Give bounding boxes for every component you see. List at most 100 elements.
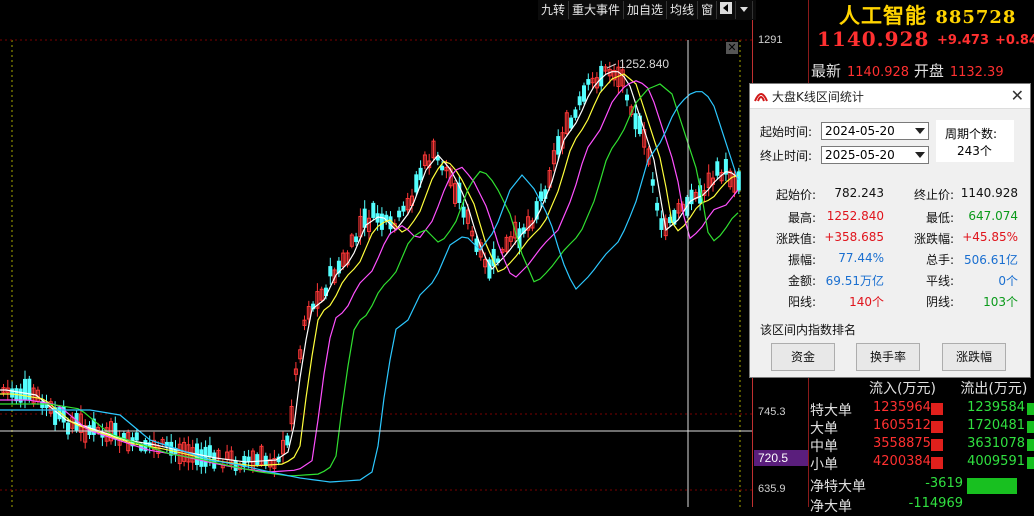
flow-row: 小单 4200384 4009591	[809, 454, 1034, 473]
flow-row-label: 特大单	[810, 403, 852, 419]
dropdown-icon[interactable]	[736, 1, 754, 19]
end-date-value: 2025-05-20	[825, 148, 895, 162]
index-title: 人工智能 885728	[839, 0, 1016, 30]
start-time-label: 起始时间:	[760, 125, 813, 139]
stat-left-value: 1252.840	[826, 209, 884, 223]
candle-body	[379, 213, 384, 230]
candle-body	[582, 85, 586, 102]
candle-body	[207, 445, 212, 458]
chevron-down-icon	[915, 152, 925, 158]
nine-turn-button[interactable]: 九转	[538, 1, 570, 19]
flow-row: 中单 3558875 3631078	[809, 436, 1034, 455]
stat-right-value: 506.61亿	[964, 253, 1018, 267]
interval-stats-dialog: 大盘K线区间统计 ✕ 起始时间: 2024-05-20 终止时间: 2025-0…	[749, 83, 1031, 378]
stat-right-value: 103个	[983, 295, 1018, 309]
index-change: +9.473	[937, 33, 990, 48]
candle-body	[569, 117, 574, 129]
window-button[interactable]: 窗	[698, 1, 718, 19]
flow-out-bar	[1027, 457, 1034, 469]
candle-body	[354, 236, 359, 243]
index-code: 885728	[935, 7, 1017, 28]
kline-canvas[interactable]: 1252.840	[0, 20, 752, 507]
candle-body	[633, 113, 638, 130]
end-time-label: 终止时间:	[760, 149, 813, 163]
start-date-value: 2024-05-20	[825, 124, 895, 138]
flow-in-value: 4200384	[873, 454, 931, 469]
peak-marker-line	[606, 63, 617, 69]
candle-body	[10, 388, 15, 398]
rank-by-turnover-button[interactable]: 换手率	[856, 343, 920, 371]
candle-body	[586, 79, 591, 85]
flow-row-label: 中单	[810, 439, 838, 455]
candle-body	[397, 210, 402, 218]
candle-body	[650, 179, 655, 186]
major-events-button[interactable]: 重大事件	[569, 1, 625, 19]
net-flow-value: -3619	[925, 476, 963, 491]
flow-out-bar	[1027, 421, 1034, 433]
back-icon[interactable]	[717, 1, 737, 19]
flow-out-bar	[1027, 403, 1034, 415]
axis-label-bottom: 635.9	[758, 483, 786, 495]
axis-label-top: 1291	[758, 34, 783, 46]
candle-body	[401, 205, 406, 212]
flow-in-bar	[931, 457, 943, 469]
chart-toolbar: 九转 重大事件 加自选 均线 窗	[538, 0, 756, 20]
dialog-titlebar[interactable]: 大盘K线区间统计 ✕	[750, 84, 1030, 109]
candle-body	[414, 174, 419, 193]
close-icon[interactable]: ✕	[726, 42, 738, 54]
candle-body	[66, 422, 70, 435]
start-date-select[interactable]: 2024-05-20	[821, 122, 929, 140]
flow-in-bar	[931, 403, 943, 415]
kline-chart[interactable]: 1252.840 ✕	[0, 20, 752, 507]
flow-in-value: 1605512	[873, 418, 931, 433]
flow-out-header: 流出(万元)	[960, 381, 1028, 397]
candle-body	[655, 202, 660, 211]
stat-right-value: 0个	[998, 274, 1018, 288]
dialog-title: 大盘K线区间统计	[772, 90, 864, 104]
flow-row: 大单 1605512 1720481	[809, 418, 1034, 437]
net-flow-label: 净特大单	[810, 479, 866, 495]
close-icon[interactable]: ✕	[1011, 86, 1024, 105]
candle-body	[625, 94, 629, 101]
period-count-value: 243个	[957, 144, 992, 158]
candle-body	[556, 136, 561, 155]
candle-body	[736, 171, 741, 191]
candle-body	[121, 433, 126, 439]
candle-body	[659, 218, 664, 230]
candle-body	[203, 446, 208, 467]
peak-price-label: 1252.840	[619, 57, 669, 71]
add-watchlist-button[interactable]: 加自选	[624, 1, 668, 19]
flow-row: 特大单 1235964 1239584	[809, 400, 1034, 419]
latest-value: 1140.928	[847, 65, 910, 80]
moving-average-button[interactable]: 均线	[667, 1, 699, 19]
ma30-line	[0, 83, 739, 477]
stat-left-value: 782.243	[834, 186, 884, 200]
candle-body	[577, 96, 582, 106]
stat-left-value: 77.44%	[838, 251, 884, 265]
index-name: 人工智能	[839, 3, 927, 28]
ma5-line	[0, 71, 739, 463]
flow-out-value: 4009591	[967, 454, 1025, 469]
latest-label: 最新	[811, 62, 842, 80]
flow-out-bar	[1027, 439, 1034, 451]
flow-out-value: 1720481	[967, 418, 1025, 433]
flow-row-label: 大单	[810, 421, 838, 437]
ma10-line	[0, 73, 739, 467]
net-flow-row: 净大单 -114969	[809, 496, 1034, 515]
period-count-label: 周期个数:	[945, 127, 998, 141]
flow-out-value: 3631078	[967, 436, 1025, 451]
rank-by-change-button[interactable]: 涨跌幅	[942, 343, 1006, 371]
candle-body	[328, 266, 333, 277]
index-price: 1140.928	[817, 27, 930, 51]
stat-left-value: 140个	[849, 295, 884, 309]
candle-body	[440, 165, 445, 171]
period-count-box: 周期个数: 243个	[936, 120, 1014, 162]
open-label: 开盘	[913, 62, 944, 80]
end-date-select[interactable]: 2025-05-20	[821, 146, 929, 164]
candle-body	[715, 161, 720, 176]
open-value: 1132.39	[949, 65, 1004, 80]
rank-by-fund-button[interactable]: 资金	[771, 343, 835, 371]
flow-in-bar	[931, 439, 943, 451]
candle-body	[461, 206, 466, 218]
candle-body	[371, 202, 376, 218]
